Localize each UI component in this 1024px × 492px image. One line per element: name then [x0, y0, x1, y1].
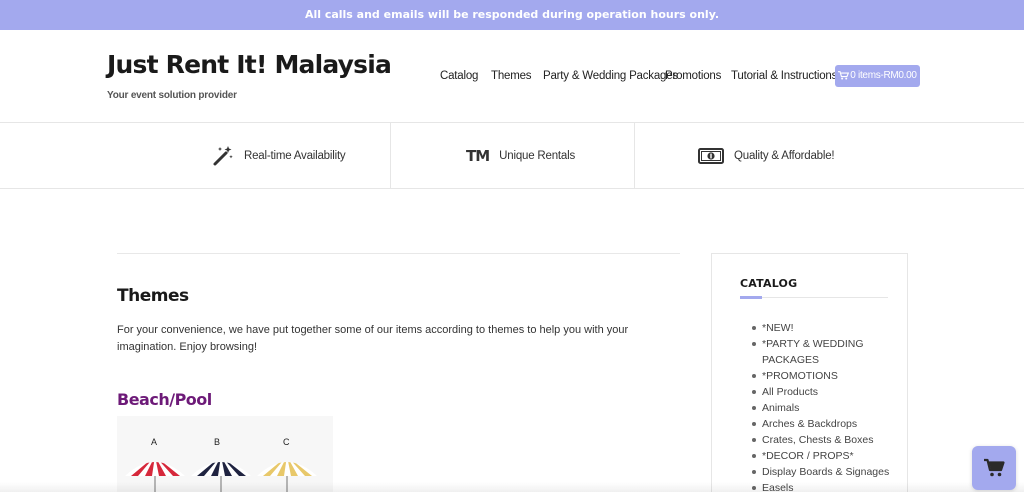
catalog-item-promotions[interactable]: *PROMOTIONS	[740, 368, 900, 384]
catalog-sidebar: CATALOG *NEW! *PARTY & WEDDING PACKAGES …	[711, 253, 908, 492]
magic-wand-icon	[212, 145, 234, 167]
cart-summary: 0 items-RM0.00	[850, 70, 917, 81]
trademark-icon: TM	[466, 147, 490, 165]
catalog-item-arches-backdrops[interactable]: Arches & Backdrops	[740, 416, 900, 432]
announcement-text: All calls and emails will be responded d…	[304, 8, 720, 21]
sidebar-title: CATALOG	[740, 277, 798, 290]
nav-promotions[interactable]: Promotions	[665, 70, 721, 82]
catalog-item-crates-chests-boxes[interactable]: Crates, Chests & Boxes	[740, 432, 900, 448]
cart-icon	[838, 71, 850, 80]
nav-tutorial-instructions[interactable]: Tutorial & Instructions	[731, 70, 837, 82]
catalog-item-decor-props[interactable]: *DECOR / PROPS*	[740, 448, 900, 464]
section-title-beach-pool[interactable]: Beach/Pool	[117, 390, 212, 409]
site-title[interactable]: Just Rent It! Malaysia	[107, 50, 392, 79]
announcement-bar: All calls and emails will be responded d…	[0, 0, 1024, 30]
content-divider	[117, 253, 680, 254]
feature-unique-rentals: TM Unique Rentals	[466, 123, 575, 189]
feature-quality-affordable: Quality & Affordable!	[698, 123, 835, 189]
sidebar-title-underline	[740, 296, 762, 299]
feature-label: Quality & Affordable!	[734, 150, 835, 162]
cart-button[interactable]: 0 items-RM0.00	[835, 65, 920, 87]
umbrella-c	[257, 462, 317, 476]
feature-divider	[390, 123, 391, 189]
sidebar-divider	[762, 297, 888, 298]
catalog-item-new[interactable]: *NEW!	[740, 320, 900, 336]
catalog-list: *NEW! *PARTY & WEDDING PACKAGES *PROMOTI…	[740, 320, 900, 492]
intro-text: For your convenience, we have put togeth…	[117, 324, 629, 353]
umbrella-a	[125, 462, 185, 476]
nav-party-wedding-packages[interactable]: Party & Wedding Packages	[543, 70, 678, 82]
floating-cart-button[interactable]	[972, 446, 1016, 490]
catalog-item-animals[interactable]: Animals	[740, 400, 900, 416]
feature-label: Unique Rentals	[499, 150, 576, 162]
money-icon	[698, 148, 724, 164]
page-title: Themes	[117, 286, 189, 306]
site-tagline: Your event solution provider	[107, 90, 237, 101]
site-header: Just Rent It! Malaysia Your event soluti…	[0, 30, 1024, 123]
catalog-item-all-products[interactable]: All Products	[740, 384, 900, 400]
catalog-item-party-wedding-packages[interactable]: *PARTY & WEDDING PACKAGES	[740, 336, 900, 368]
cart-icon	[984, 458, 1005, 477]
nav-catalog[interactable]: Catalog	[440, 70, 478, 82]
beach-umbrellas-image[interactable]: A B C	[117, 416, 333, 492]
catalog-item-display-boards-signages[interactable]: Display Boards & Signages	[740, 464, 900, 480]
feature-label: Real-time Availability	[244, 150, 346, 162]
feature-divider	[634, 123, 635, 189]
umbrella-b	[191, 462, 251, 476]
feature-realtime-availability: Real-time Availability	[212, 123, 346, 189]
features-bar: Real-time Availability TM Unique Rentals…	[0, 122, 1024, 189]
catalog-item-easels[interactable]: Easels	[740, 480, 900, 492]
nav-themes[interactable]: Themes	[491, 70, 532, 82]
